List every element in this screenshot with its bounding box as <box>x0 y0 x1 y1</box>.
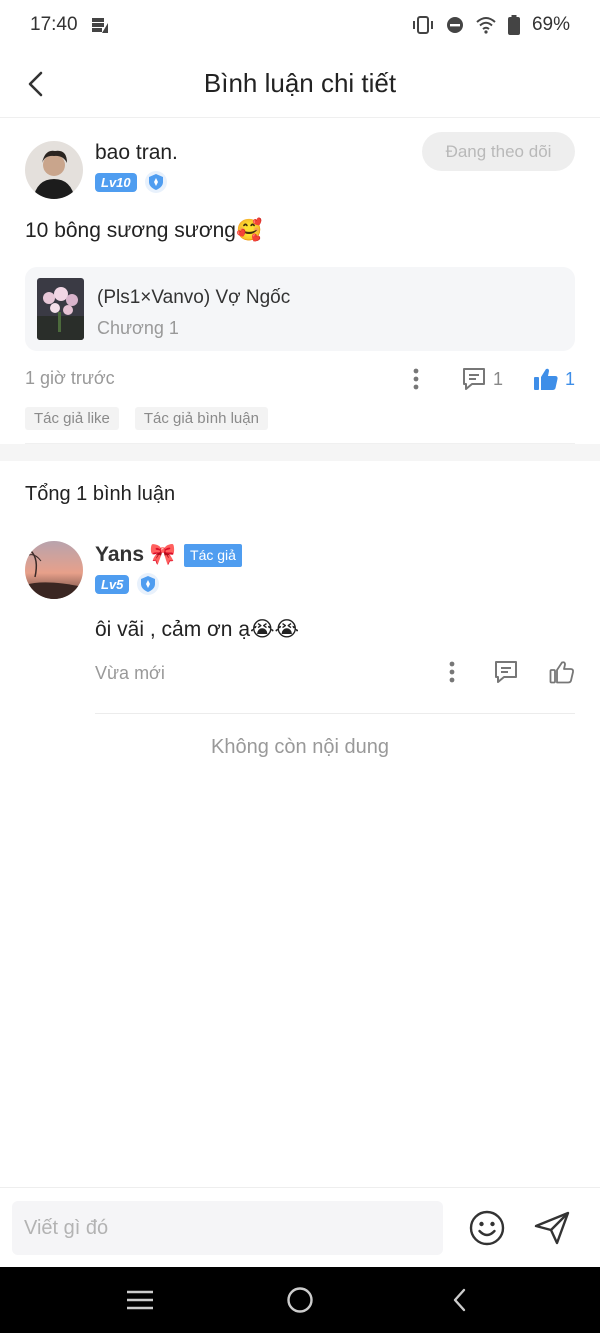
battery-icon <box>507 15 520 35</box>
page-title: Bình luận chi tiết <box>203 68 397 98</box>
tag-author-comment: Tác giả bình luận <box>134 407 268 430</box>
do-not-disturb-icon <box>446 16 464 34</box>
menu-icon <box>127 1290 153 1310</box>
more-vertical-icon <box>449 661 455 683</box>
like-count: 1 <box>564 368 575 389</box>
author-row: bao tran. Lv10 Đang theo dõi <box>25 119 575 211</box>
reply-meta-row: Vừa mới <box>95 657 575 693</box>
comment-input-bar <box>0 1187 600 1267</box>
chevron-left-icon <box>453 1288 466 1312</box>
data-saver-icon <box>90 15 110 35</box>
send-button[interactable] <box>532 1208 572 1248</box>
reply-header: Yans 🎀 Tác giả <box>95 543 242 567</box>
tag-author-like: Tác giả like <box>25 407 119 430</box>
main-comment-card: bao tran. Lv10 Đang theo dõi 10 bông sươ… <box>0 119 600 439</box>
comment-icon <box>495 661 517 683</box>
reply-badges: Lv5 <box>95 573 160 595</box>
like-button[interactable] <box>549 660 575 684</box>
send-icon <box>534 1211 570 1245</box>
following-button[interactable]: Đang theo dõi <box>422 132 575 171</box>
reply-button[interactable]: 1 <box>461 367 503 391</box>
shield-icon <box>144 171 167 193</box>
shield-icon <box>137 573 160 595</box>
reply-author-name[interactable]: Yans 🎀 <box>95 543 176 567</box>
author-tags: Tác giả like Tác giả bình luận <box>25 407 575 439</box>
chevron-left-icon <box>28 71 43 97</box>
status-right: 69% <box>412 14 570 36</box>
book-title: (Pls1×Vanvo) Vợ Ngốc <box>97 287 291 308</box>
status-time: 17:40 <box>30 14 78 35</box>
status-left: 17:40 <box>30 14 110 36</box>
home-button[interactable] <box>280 1280 320 1320</box>
post-actions: 1 1 <box>405 364 575 394</box>
avatar[interactable] <box>25 141 83 199</box>
emoji-button[interactable] <box>467 1208 507 1248</box>
more-vertical-icon <box>413 368 419 390</box>
book-chapter: Chương 1 <box>97 318 179 338</box>
total-replies-label: Tổng 1 bình luận <box>25 483 176 505</box>
replies-section: Tổng 1 bình luận Yans 🎀 Tác giả Lv5 ôi v… <box>0 461 600 720</box>
smiley-icon <box>469 1210 505 1246</box>
section-separator <box>0 444 600 461</box>
avatar[interactable] <box>25 541 83 599</box>
book-cover <box>37 278 84 340</box>
author-tag: Tác giả <box>184 543 242 567</box>
system-back-button[interactable] <box>440 1280 480 1320</box>
reply-button[interactable] <box>493 660 519 684</box>
top-bar: Bình luận chi tiết <box>0 50 600 118</box>
home-circle-icon <box>287 1287 313 1313</box>
like-button[interactable]: 1 <box>533 367 575 391</box>
level-badge: Lv10 <box>95 172 137 192</box>
more-options-button[interactable] <box>405 364 427 394</box>
more-options-button[interactable] <box>441 657 463 687</box>
battery-level: 69% <box>531 14 570 35</box>
reply-actions <box>441 657 575 687</box>
thumbs-up-filled-icon <box>533 368 558 390</box>
divider <box>95 713 575 714</box>
back-button[interactable] <box>18 66 54 102</box>
system-nav-bar <box>0 1267 600 1333</box>
post-meta-row: 1 giờ trước 1 1 <box>25 351 575 407</box>
comment-count: 1 <box>492 368 503 389</box>
wifi-icon <box>476 16 496 34</box>
status-bar: 17:40 69% <box>0 0 600 50</box>
author-badges: Lv10 <box>95 171 167 193</box>
thumbs-up-icon <box>549 661 574 684</box>
level-badge: Lv5 <box>95 574 130 594</box>
post-timestamp: 1 giờ trước <box>25 368 115 388</box>
comment-icon <box>462 368 485 390</box>
book-card[interactable]: (Pls1×Vanvo) Vợ Ngốc Chương 1 <box>25 267 575 351</box>
comment-text: 10 bông sương sương🥰 <box>25 219 263 242</box>
end-of-list-label: Không còn nội dung <box>211 736 389 758</box>
comment-input[interactable] <box>12 1201 443 1255</box>
recent-apps-button[interactable] <box>120 1280 160 1320</box>
reply-item: Yans 🎀 Tác giả Lv5 ôi vãi , cảm ơn ạ😭😭 V… <box>25 527 575 720</box>
author-name[interactable]: bao tran. <box>95 141 178 165</box>
reply-timestamp: Vừa mới <box>95 663 165 683</box>
reply-text: ôi vãi , cảm ơn ạ😭😭 <box>95 618 300 641</box>
vibrate-icon <box>412 16 434 34</box>
